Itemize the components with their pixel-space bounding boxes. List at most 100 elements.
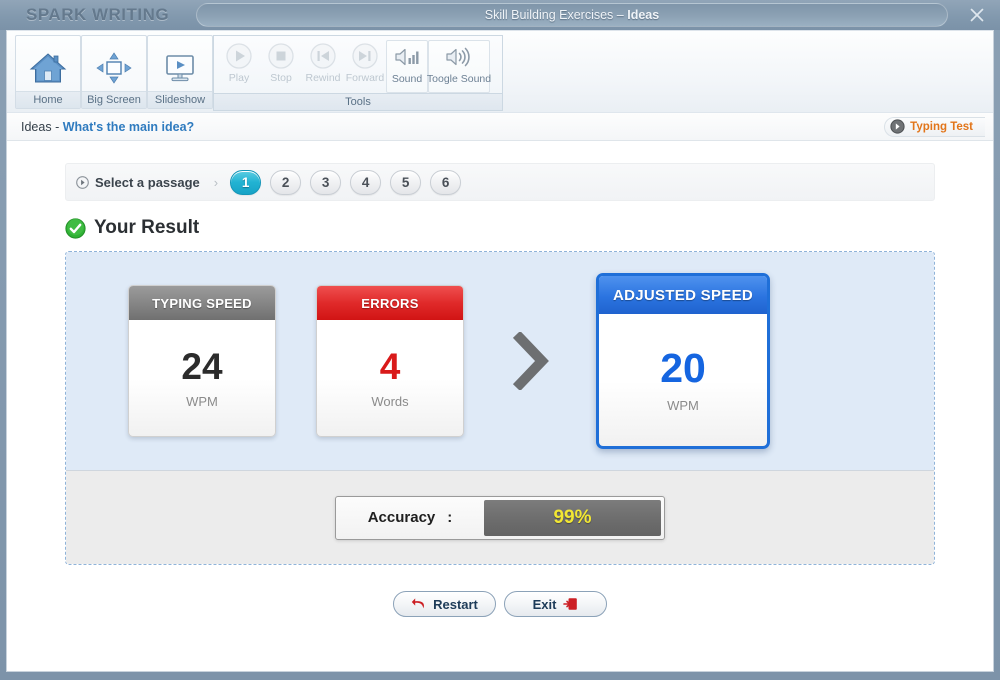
circle-play-icon	[76, 175, 89, 189]
metric-value-typing-speed: 24	[181, 345, 223, 387]
chevron-separator	[510, 332, 550, 390]
metric-title-adjusted-speed: ADJUSTED SPEED	[599, 276, 767, 314]
metric-card-typing-speed: TYPING SPEED 24 WPM	[128, 285, 276, 437]
big-screen-icon	[96, 51, 132, 84]
select-passage-label: Select a passage	[95, 174, 200, 190]
passage-button-3[interactable]: 3	[310, 169, 342, 195]
passage-button-4[interactable]: 4	[350, 169, 382, 195]
metrics-row: TYPING SPEED 24 WPM ERRORS 4 Words ADJUS…	[66, 252, 934, 470]
passage-selector: Select a passage › 1 2 3 4 5 6	[65, 163, 935, 201]
accuracy-label-group: Accuracy :	[336, 497, 484, 539]
tool-label-play: Play	[228, 72, 250, 84]
tools-row: Play Stop Rewind Forward Sound Toogle So…	[214, 36, 494, 93]
tools-group-body: Play Stop Rewind Forward Sound Toogle So…	[213, 35, 503, 94]
result-panel: TYPING SPEED 24 WPM ERRORS 4 Words ADJUS…	[65, 251, 935, 565]
tool-button-play[interactable]: Play	[218, 40, 260, 93]
play-icon-slot	[225, 40, 253, 72]
main-content: Select a passage › 1 2 3 4 5 6 Your Resu…	[7, 141, 993, 671]
home-icon-slot	[29, 44, 67, 91]
tool-button-rewind[interactable]: Rewind	[302, 40, 344, 93]
passage-button-6[interactable]: 6	[430, 169, 462, 195]
breadcrumb-topic: What's the main idea?	[62, 119, 195, 134]
accuracy-label: Accuracy	[367, 509, 436, 526]
tools-group-label: Tools	[213, 94, 503, 111]
action-buttons: Restart Exit	[57, 591, 943, 617]
passage-button-5[interactable]: 5	[390, 169, 422, 195]
ribbon-button-home[interactable]: Home	[15, 35, 81, 109]
metric-card-errors: ERRORS 4 Words	[316, 285, 464, 437]
breadcrumb-bar: Ideas - What's the main idea? Typing Tes…	[7, 113, 993, 141]
accuracy-box: Accuracy : 99%	[335, 495, 665, 540]
tool-button-stop[interactable]: Stop	[260, 40, 302, 93]
exit-button[interactable]: Exit	[504, 591, 607, 617]
close-icon	[970, 8, 984, 22]
tool-label-toggle-sound: Toogle Sound	[426, 73, 492, 85]
tool-button-toggle-sound[interactable]: Toogle Sound	[426, 40, 492, 93]
metric-unit-adjusted-speed: WPM	[667, 397, 699, 413]
typing-test-button[interactable]: Typing Test	[884, 116, 985, 137]
passage-button-1[interactable]: 1	[230, 169, 262, 195]
metric-value-errors: 4	[379, 345, 401, 387]
tool-button-forward[interactable]: Forward	[344, 40, 386, 93]
ribbon-label-home: Home	[16, 91, 80, 108]
result-heading-group: Your Result	[65, 217, 943, 239]
breadcrumb: Ideas - What's the main idea?	[21, 120, 194, 134]
metric-unit-errors: Words	[371, 393, 409, 409]
ribbon-button-big-screen[interactable]: Big Screen	[81, 35, 147, 109]
speaker-waves-icon	[446, 47, 470, 67]
ribbon-label-big-screen: Big Screen	[82, 91, 146, 108]
stop-icon-slot	[267, 40, 295, 72]
exit-label: Exit	[532, 596, 557, 612]
accuracy-colon: :	[447, 509, 453, 526]
metric-body-errors: 4 Words	[317, 320, 463, 436]
ribbon-label-slideshow: Slideshow	[148, 91, 212, 108]
rewind-icon	[310, 43, 336, 69]
slideshow-icon	[166, 54, 194, 81]
metric-body-typing-speed: 24 WPM	[129, 320, 275, 436]
circle-arrow-icon	[890, 119, 905, 134]
select-passage-label-group[interactable]: Select a passage	[76, 175, 200, 190]
close-button[interactable]	[964, 3, 990, 27]
tool-label-sound: Sound	[391, 73, 423, 85]
ribbon-toolbar: Home Big Screen Slideshow Play Stop Rewi…	[7, 31, 993, 113]
breadcrumb-category: Ideas	[21, 119, 52, 134]
metric-unit-typing-speed: WPM	[186, 393, 218, 409]
ribbon-button-slideshow[interactable]: Slideshow	[147, 35, 213, 109]
green-check-icon	[65, 217, 86, 239]
metric-card-adjusted-speed: ADJUSTED SPEED 20 WPM	[596, 273, 770, 449]
window-title-sub: Ideas	[627, 8, 660, 22]
window-title-main: Skill Building Exercises	[484, 8, 614, 22]
restart-button[interactable]: Restart	[393, 591, 496, 617]
window-content: Home Big Screen Slideshow Play Stop Rewi…	[6, 30, 994, 672]
tool-label-rewind: Rewind	[305, 72, 341, 84]
chevron-right-icon	[512, 332, 549, 390]
metric-title-errors: ERRORS	[317, 286, 463, 320]
big-screen-icon-slot	[95, 44, 133, 91]
slideshow-icon-slot	[161, 44, 199, 91]
passage-button-2[interactable]: 2	[270, 169, 302, 195]
page-title: Your Result	[94, 217, 200, 238]
sound-bars-icon-slot	[392, 41, 422, 73]
typing-test-label: Typing Test	[910, 120, 973, 133]
sound-bars-icon	[395, 48, 419, 66]
play-icon	[226, 43, 252, 69]
window-title: Skill Building Exercises – Ideas	[485, 8, 659, 22]
metric-body-adjusted-speed: 20 WPM	[599, 314, 767, 446]
accuracy-value: 99%	[484, 499, 661, 536]
tool-button-sound[interactable]: Sound	[386, 40, 428, 93]
speaker-waves-icon-slot	[443, 41, 475, 73]
tool-label-forward: Forward	[345, 72, 385, 84]
window-title-dash: –	[616, 8, 624, 22]
metric-title-typing-speed: TYPING SPEED	[129, 286, 275, 320]
exit-door-icon	[563, 598, 578, 610]
app-logo: SPARK WRITING	[26, 5, 170, 24]
rewind-icon-slot	[309, 40, 337, 72]
passage-chevron: ›	[213, 174, 219, 190]
restart-label: Restart	[433, 596, 478, 612]
home-icon	[29, 52, 67, 82]
breadcrumb-separator: -	[51, 119, 63, 134]
undo-arrow-icon	[411, 598, 425, 609]
application-window: SPARK WRITING Skill Building Exercises –…	[0, 0, 1000, 680]
forward-icon	[352, 43, 378, 69]
window-title-pill: Skill Building Exercises – Ideas	[196, 3, 948, 27]
